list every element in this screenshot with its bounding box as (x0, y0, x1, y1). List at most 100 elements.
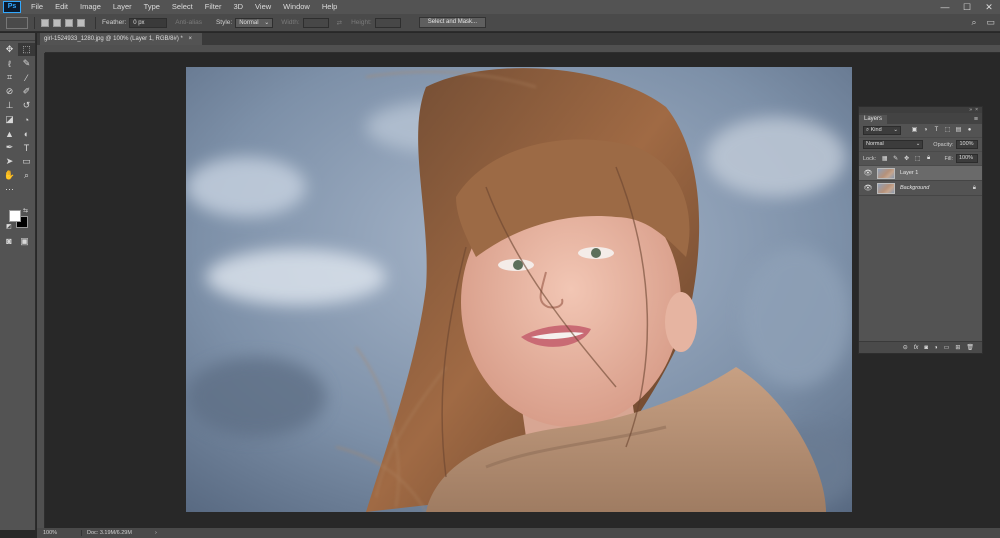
hand-tool-icon[interactable]: ✋ (1, 169, 18, 182)
height-input[interactable] (374, 17, 401, 28)
antialias-checkbox[interactable]: Anti-alias (175, 19, 202, 26)
swap-colors-icon[interactable]: ⇆ (23, 207, 28, 214)
subtract-selection-icon[interactable] (65, 18, 73, 27)
quick-mask-icon[interactable]: ◙ (6, 236, 11, 247)
new-group-icon[interactable]: ▭ (944, 344, 950, 351)
history-brush-tool-icon[interactable]: ↺ (18, 99, 35, 112)
new-layer-icon[interactable]: ⊞ (955, 344, 960, 351)
rectangle-tool-icon[interactable]: ▭ (18, 155, 35, 168)
default-colors-icon[interactable]: ◩ (6, 223, 12, 230)
search-icon[interactable]: ⌕ (971, 17, 976, 28)
lock-artboard-icon[interactable]: ⬚ (912, 155, 923, 162)
add-mask-icon[interactable]: ◙ (924, 345, 928, 351)
width-input[interactable] (302, 17, 329, 28)
tab-layers[interactable]: Layers (859, 115, 888, 124)
layer-row[interactable]: 👁︎ Layer 1 (859, 166, 982, 181)
menu-view[interactable]: View (249, 0, 277, 14)
canvas-image[interactable] (186, 67, 852, 512)
more-tools-icon[interactable]: ⋯ (1, 183, 18, 196)
eraser-tool-icon[interactable]: ◪ (1, 113, 18, 126)
document-tab[interactable]: girl-1524933_1280.jpg @ 100% (Layer 1, R… (40, 33, 203, 45)
type-filter-icon[interactable]: T (931, 126, 942, 135)
opacity-input[interactable]: 100% (956, 140, 978, 149)
eye-icon[interactable]: 👁︎ (863, 169, 873, 177)
foreground-color-swatch[interactable] (9, 210, 21, 222)
blur-tool-icon[interactable]: ▲ (1, 127, 18, 140)
adjustment-filter-icon[interactable]: ◑ (920, 126, 931, 135)
lock-fill-row: Lock: ▦ ✎ ✥ ⬚ 🔒︎ Fill: 100% (859, 152, 982, 166)
lasso-tool-icon[interactable]: ℓ (1, 57, 18, 70)
blend-mode-select[interactable]: Normal ⌄ (863, 140, 924, 149)
collapse-icon[interactable]: » (969, 107, 972, 113)
dodge-tool-icon[interactable]: ◐ (18, 127, 35, 140)
clone-stamp-tool-icon[interactable]: ⊥ (1, 99, 18, 112)
select-and-mask-button[interactable]: Select and Mask... (418, 17, 487, 28)
vertical-ruler[interactable] (37, 53, 45, 528)
healing-brush-tool-icon[interactable]: ⊘ (1, 85, 18, 98)
menu-type[interactable]: Type (138, 0, 166, 14)
lock-transparency-icon[interactable]: ▦ (879, 155, 890, 162)
filter-toggle-icon[interactable]: ● (964, 126, 975, 135)
eyedropper-tool-icon[interactable]: ⁄ (18, 71, 35, 84)
layer-name[interactable]: Background (900, 185, 973, 191)
swap-icon[interactable]: ⇄ (337, 19, 342, 27)
lock-all-icon[interactable]: 🔒︎ (923, 155, 934, 162)
menu-select[interactable]: Select (166, 0, 199, 14)
menu-filter[interactable]: Filter (199, 0, 228, 14)
screen-mode-icon[interactable]: ▣ (20, 236, 29, 247)
document-tab-bar: girl-1524933_1280.jpg @ 100% (Layer 1, R… (37, 33, 1000, 45)
tool-preset-picker[interactable] (6, 16, 28, 29)
zoom-tool-icon[interactable]: ⌕ (18, 169, 35, 182)
panel-menu-icon[interactable]: ≡ (974, 115, 978, 124)
adjustment-layer-icon[interactable]: ◑ (934, 345, 938, 351)
zoom-level[interactable]: 100% (37, 530, 81, 536)
menu-window[interactable]: Window (277, 0, 316, 14)
path-select-tool-icon[interactable]: ➤ (1, 155, 18, 168)
menu-help[interactable]: Help (316, 0, 343, 14)
smart-object-filter-icon[interactable]: ▤ (953, 126, 964, 135)
type-tool-icon[interactable]: T (18, 141, 35, 154)
ruler-origin[interactable] (37, 45, 45, 53)
pixel-filter-icon[interactable]: ▣ (909, 126, 920, 135)
marquee-tool-icon[interactable]: ⬚ (18, 43, 35, 56)
minimize-button[interactable]: — (934, 0, 956, 14)
workspace-icon[interactable]: ▭ (986, 17, 995, 28)
menu-file[interactable]: File (25, 0, 49, 14)
horizontal-ruler[interactable] (45, 45, 1000, 53)
close-button[interactable]: ✕ (978, 0, 1000, 14)
shape-filter-icon[interactable]: ⬚ (942, 126, 953, 135)
maximize-button[interactable]: ☐ (956, 0, 978, 14)
lock-position-icon[interactable]: ✥ (901, 155, 912, 162)
chevron-down-icon: ⌄ (915, 141, 921, 147)
menu-edit[interactable]: Edit (49, 0, 74, 14)
panel-grip[interactable] (0, 33, 35, 41)
trash-icon[interactable]: 🗑︎ (966, 344, 974, 351)
chevron-right-icon[interactable]: › (155, 530, 157, 536)
layers-panel-footer: ⊝ fx ◙ ◑ ▭ ⊞ 🗑︎ (859, 341, 982, 353)
layer-name[interactable]: Layer 1 (900, 170, 982, 176)
intersect-selection-icon[interactable] (77, 18, 85, 27)
lock-pixels-icon[interactable]: ✎ (890, 155, 901, 162)
style-select[interactable]: Normal ⌄ (235, 17, 274, 28)
link-layers-icon[interactable]: ⊝ (903, 344, 908, 351)
fill-input[interactable]: 100% (956, 154, 978, 163)
layer-row[interactable]: 👁︎ Background 🔒︎ (859, 181, 982, 196)
close-tab-icon[interactable]: × (189, 36, 193, 42)
move-tool-icon[interactable]: ✥ (1, 43, 18, 56)
paint-bucket-tool-icon[interactable]: ◔ (18, 113, 35, 126)
menu-3d[interactable]: 3D (227, 0, 249, 14)
add-selection-icon[interactable] (53, 18, 61, 27)
pen-tool-icon[interactable]: ✒ (1, 141, 18, 154)
eye-icon[interactable]: 👁︎ (863, 184, 873, 192)
kind-filter-select[interactable]: ⌕ Kind ⌄ (863, 126, 901, 135)
layer-style-icon[interactable]: fx (914, 345, 919, 351)
new-selection-icon[interactable] (41, 18, 49, 27)
menu-image[interactable]: Image (74, 0, 107, 14)
lock-icon: 🔒︎ (972, 184, 976, 191)
feather-input[interactable]: 0 px (129, 17, 168, 28)
crop-tool-icon[interactable]: ⌗ (1, 71, 18, 84)
brush-tool-icon[interactable]: ✐ (18, 85, 35, 98)
close-panel-icon[interactable]: × (975, 107, 978, 113)
quick-select-tool-icon[interactable]: ✎ (18, 57, 35, 70)
menu-layer[interactable]: Layer (107, 0, 138, 14)
